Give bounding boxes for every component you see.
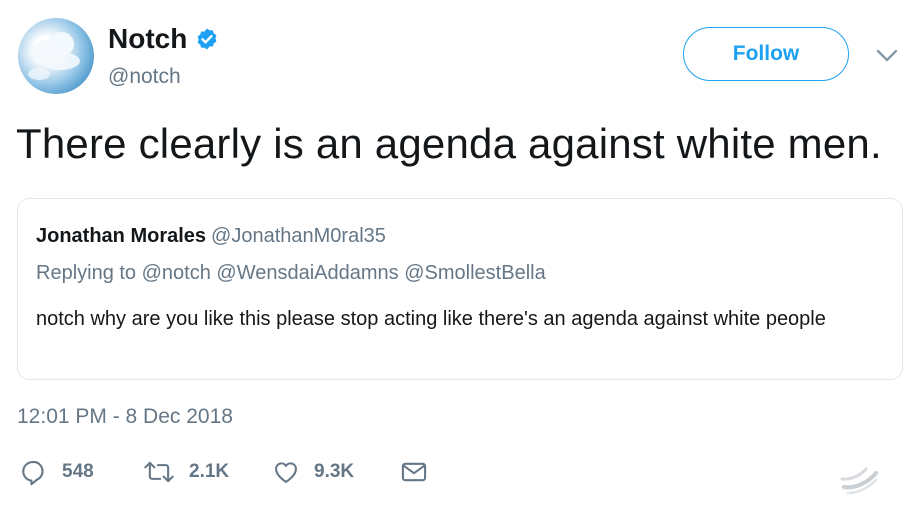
chevron-down-icon[interactable]: [874, 44, 900, 66]
avatar-cloud: [40, 52, 80, 70]
quoted-tweet-text: notch why are you like this please stop …: [36, 308, 826, 330]
watermark-logo-icon: [840, 467, 878, 495]
direct-message-button[interactable]: [400, 455, 428, 489]
tweet-text: There clearly is an agenda against white…: [16, 120, 882, 167]
heart-icon: [275, 462, 297, 483]
quoted-tweet[interactable]: Jonathan Morales @JonathanM0ral35 Replyin…: [17, 198, 903, 380]
author-handle[interactable]: @notch: [108, 64, 181, 90]
quoted-author: Jonathan Morales @JonathanM0ral35: [36, 223, 386, 249]
tweet-actions: 548 2.1K 9.3K: [20, 455, 540, 489]
retweet-button[interactable]: 2.1K: [143, 455, 229, 489]
verified-badge-icon: [197, 28, 217, 50]
retweet-icon: [144, 461, 174, 483]
reply-count: 548: [62, 461, 94, 482]
mention-link[interactable]: @SmollestBella: [404, 262, 545, 284]
tweet-timestamp[interactable]: 12:01 PM - 8 Dec 2018: [17, 404, 233, 430]
replying-to-label: Replying to: [36, 262, 137, 284]
like-button[interactable]: 9.3K: [272, 455, 354, 489]
follow-button[interactable]: Follow: [683, 27, 849, 81]
reply-button[interactable]: 548: [20, 455, 94, 489]
quoted-author-handle: @JonathanM0ral35: [211, 225, 386, 247]
avatar-cloud: [28, 68, 50, 80]
mention-link[interactable]: @notch: [142, 262, 211, 284]
reply-icon: [22, 461, 44, 486]
replying-to-line: Replying to @notch @WensdaiAddamns @Smol…: [36, 260, 546, 286]
envelope-icon: [401, 462, 427, 482]
author-name-row[interactable]: Notch: [108, 22, 219, 56]
author-display-name[interactable]: Notch: [108, 22, 187, 56]
like-count: 9.3K: [314, 461, 355, 482]
retweet-count: 2.1K: [189, 461, 230, 482]
avatar[interactable]: [18, 18, 94, 94]
quoted-author-name: Jonathan Morales: [36, 225, 207, 247]
mention-link[interactable]: @WensdaiAddamns: [216, 262, 398, 284]
